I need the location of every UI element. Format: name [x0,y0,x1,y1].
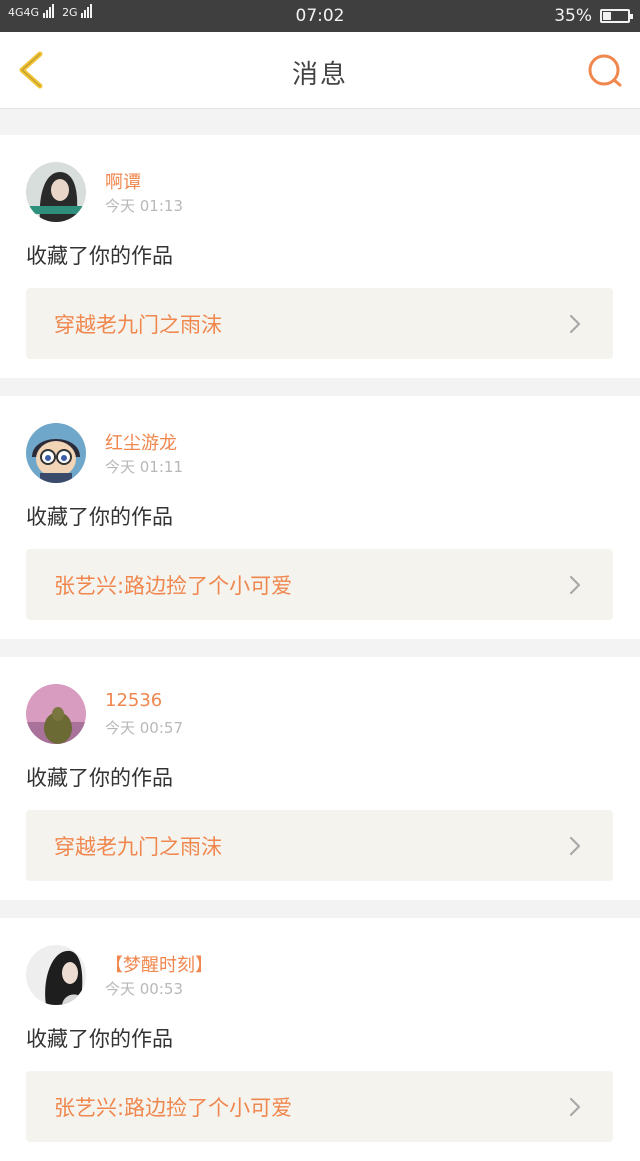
message-card: 红尘游龙 今天 01:11 收藏了你的作品 张艺兴:路边捡了个小可爱 [0,396,640,639]
search-icon [588,54,622,87]
avatar[interactable] [26,684,86,744]
action-text: 收藏了你的作品 [26,1027,173,1051]
work-link[interactable]: 穿越老九门之雨沫 [26,288,613,359]
message-list: 啊谭 今天 01:13 收藏了你的作品 穿越老九门之雨沫 红尘游龙 今天 01:… [0,135,640,1161]
work-title: 穿越老九门之雨沫 [54,834,222,859]
work-title: 张艺兴:路边捡了个小可爱 [54,573,293,598]
timestamp: 今天 00:53 [105,980,183,998]
page-title: 消息 [291,60,348,90]
avatar[interactable] [26,945,86,1005]
search-button[interactable] [586,52,624,90]
username[interactable]: 红尘游龙 [105,429,177,455]
username[interactable]: 【梦醒时刻】 [105,951,213,977]
chevron-right-icon [569,575,581,594]
work-link[interactable]: 张艺兴:路边捡了个小可爱 [26,549,613,620]
app-header: 消息 [0,32,640,109]
timestamp: 今天 00:57 [105,719,183,737]
message-card: 12536 今天 00:57 收藏了你的作品 穿越老九门之雨沫 [0,657,640,900]
chevron-right-icon [569,314,581,333]
avatar[interactable] [26,162,86,222]
avatar[interactable] [26,423,86,483]
work-link[interactable]: 张艺兴:路边捡了个小可爱 [26,1071,613,1142]
timestamp: 今天 01:13 [105,197,183,215]
status-bar: 4G4G 2G 07:02 35% [0,0,640,32]
chevron-right-icon [569,1097,581,1116]
username[interactable]: 啊谭 [105,168,141,194]
battery-icon [600,9,633,23]
timestamp: 今天 01:11 [105,458,183,476]
message-card: 【梦醒时刻】 今天 00:53 收藏了你的作品 张艺兴:路边捡了个小可爱 [0,918,640,1161]
battery-percent: 35% [554,6,592,26]
action-text: 收藏了你的作品 [26,766,173,790]
message-card: 啊谭 今天 01:13 收藏了你的作品 穿越老九门之雨沫 [0,135,640,378]
work-title: 穿越老九门之雨沫 [54,312,222,337]
chevron-right-icon [569,836,581,855]
work-link[interactable]: 穿越老九门之雨沫 [26,810,613,881]
work-title: 张艺兴:路边捡了个小可爱 [54,1095,293,1120]
username[interactable]: 12536 [105,690,162,711]
action-text: 收藏了你的作品 [26,244,173,268]
action-text: 收藏了你的作品 [26,505,173,529]
clock: 07:02 [295,6,345,26]
battery-status: 35% [554,6,633,26]
